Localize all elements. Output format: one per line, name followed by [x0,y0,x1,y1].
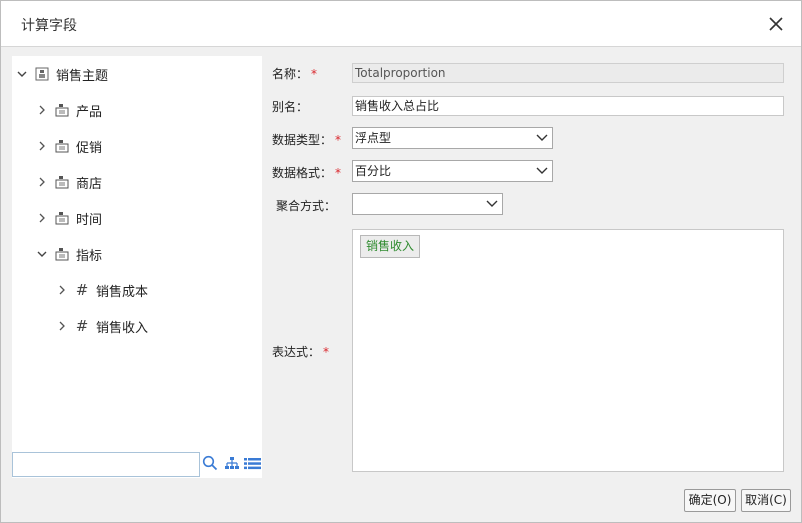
chevron-right-icon[interactable] [36,140,48,152]
tree-node-label: 时间 [76,212,103,228]
name-field: Totalproportion [352,63,784,83]
tree-view-icon[interactable] [224,456,240,471]
measure-hash-icon: # [75,317,89,335]
format-select[interactable]: 百分比 [352,160,553,182]
expression-editor[interactable]: 销售收入 [352,229,784,472]
format-select-value: 百分比 [355,164,392,178]
tree-leaf-sales-cost[interactable]: # 销售成本 [56,280,148,300]
alias-field[interactable]: 销售收入总占比 [352,96,784,116]
name-label: 名称： * [272,67,318,81]
calculated-field-dialog: 计算字段 销售主题 产品 促销 商店 时间 指标 # 销售成本 # 销售收入 名… [0,0,802,523]
tree-node-measures[interactable]: 指标 [36,244,102,264]
dimension-icon [55,212,69,225]
field-tree-panel: 销售主题 产品 促销 商店 时间 指标 # 销售成本 # 销售收入 [12,56,262,478]
tree-node-label: 销售成本 [96,284,149,300]
chevron-right-icon[interactable] [36,104,48,116]
expression-label: 表达式： * [272,345,330,359]
tree-node-time[interactable]: 时间 [36,208,102,228]
datatype-label: 数据类型： * [272,133,342,147]
required-mark: * [311,67,318,81]
format-label: 数据格式： * [272,166,342,180]
dialog-titlebar: 计算字段 [1,1,801,47]
aggregation-select[interactable] [352,193,503,215]
tree-node-label: 销售主题 [56,68,109,84]
chevron-down-icon[interactable] [16,68,28,80]
search-icon[interactable] [202,455,218,471]
close-icon[interactable] [765,13,787,35]
chevron-down-icon [486,200,498,207]
topic-icon [35,67,49,81]
chevron-right-icon[interactable] [36,212,48,224]
datatype-select[interactable]: 浮点型 [352,127,553,149]
dimension-icon [55,104,69,117]
expression-token[interactable]: 销售收入 [360,235,421,258]
required-mark: * [323,345,330,359]
chevron-right-icon[interactable] [56,320,68,332]
list-view-icon[interactable] [244,457,261,470]
tree-node-label: 指标 [76,248,103,264]
tree-leaf-sales-revenue[interactable]: # 销售收入 [56,316,148,336]
tree-node-store[interactable]: 商店 [36,172,102,192]
required-mark: * [335,166,342,180]
chevron-right-icon[interactable] [36,176,48,188]
tree-node-label: 销售收入 [96,320,149,336]
ok-button[interactable]: 确定(O) [684,489,736,512]
chevron-down-icon[interactable] [36,248,48,260]
chevron-down-icon [536,134,548,141]
dialog-title: 计算字段 [21,18,77,34]
aggregation-label: 聚合方式： [276,199,337,213]
dimension-icon [55,176,69,189]
measure-hash-icon: # [75,281,89,299]
tree-node-root[interactable]: 销售主题 [16,64,108,84]
tree-node-label: 商店 [76,176,103,192]
required-mark: * [335,133,342,147]
dimension-icon [55,248,69,261]
tree-node-product[interactable]: 产品 [36,100,102,120]
tree-node-label: 产品 [76,104,103,120]
alias-label: 别名： [272,100,309,114]
chevron-down-icon [536,167,548,174]
tree-node-label: 促销 [76,140,103,156]
datatype-select-value: 浮点型 [355,131,392,145]
dimension-icon [55,140,69,153]
chevron-right-icon[interactable] [56,284,68,296]
cancel-button[interactable]: 取消(C) [741,489,791,512]
tree-search-input[interactable] [12,452,200,477]
tree-node-promotion[interactable]: 促销 [36,136,102,156]
